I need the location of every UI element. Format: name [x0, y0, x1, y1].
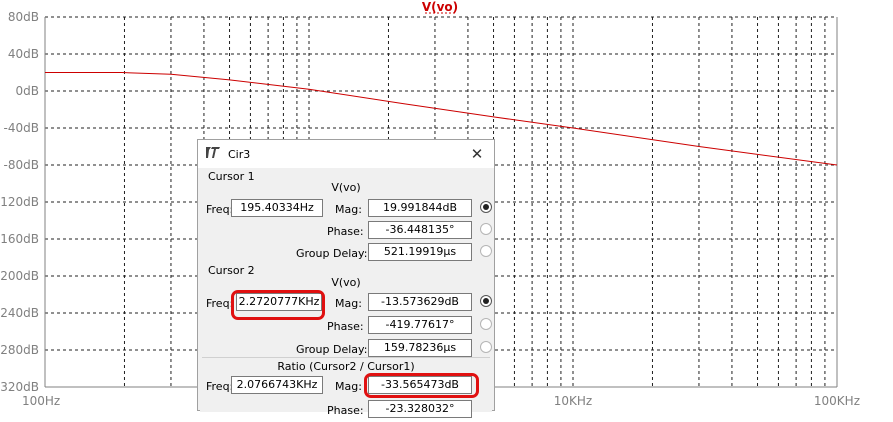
y-tick-label: -240dB	[0, 306, 39, 320]
x-tick-label: 100Hz	[22, 394, 60, 408]
cursor1-mag-field[interactable]: 19.991844dB	[368, 199, 472, 217]
dialog-titlebar[interactable]: Cir3 ✕	[198, 140, 494, 168]
cursor1-gd-field[interactable]: 521.19919µs	[368, 243, 472, 261]
cursor2-mag-field[interactable]: -13.573629dB	[368, 293, 472, 311]
x-tick-label: 100KHz	[814, 394, 860, 408]
y-tick-label: -320dB	[0, 380, 39, 394]
cursor2-gd-field[interactable]: 159.78236µs	[368, 339, 472, 357]
cursor2-phase-field[interactable]: -419.77617°	[368, 316, 472, 334]
cursor2-freq-label: Freq:	[206, 297, 234, 310]
y-tick-label: -120dB	[0, 195, 39, 209]
y-tick-label: 80dB	[8, 10, 39, 24]
cursor1-row-phase: Phase: -36.448135°	[200, 221, 492, 243]
cursor2-mag-radio[interactable]	[480, 295, 492, 307]
cursor1-freq-label: Freq:	[206, 203, 234, 216]
dialog-title: Cir3	[228, 148, 251, 161]
ltspice-logo-icon	[206, 147, 220, 158]
cursor2-phase-radio[interactable]	[480, 318, 492, 330]
y-tick-label: -160dB	[0, 232, 39, 246]
highlight-cursor2-freq	[231, 290, 325, 320]
cursor1-phase-field[interactable]: -36.448135°	[368, 221, 472, 239]
cursor2-phase-label: Phase:	[327, 320, 364, 333]
cursor2-signal: V(vo)	[331, 276, 361, 289]
y-tick-label: -40dB	[4, 121, 39, 135]
cursor1-gd-label: Group Delay:	[296, 247, 368, 260]
y-tick-label: -200dB	[0, 269, 39, 283]
cursor1-phase-radio[interactable]	[480, 223, 492, 235]
ratio-freq-label: Freq:	[206, 380, 234, 393]
ratio-mag-label: Mag:	[335, 380, 362, 393]
plot-title[interactable]: V(vo)	[422, 0, 458, 14]
ratio-phase-field[interactable]: -23.328032°	[368, 400, 472, 418]
ratio-header: Ratio (Cursor2 / Cursor1)	[277, 360, 415, 373]
cursor1-row-group-delay: Group Delay: 521.19919µs	[200, 243, 492, 265]
cursor1-phase-label: Phase:	[327, 225, 364, 238]
close-icon[interactable]: ✕	[460, 140, 494, 168]
cursor1-signal: V(vo)	[331, 181, 361, 194]
ratio-freq-field[interactable]: 2.0766743KHz	[231, 376, 323, 394]
y-tick-label: -280dB	[0, 343, 39, 357]
cursor2-gd-label: Group Delay:	[296, 343, 368, 356]
cursor1-row-freq-mag: Freq: 195.40334Hz Mag: 19.991844dB	[200, 199, 492, 221]
y-axis-ticks: 80dB 40dB 0dB -40dB -80dB -120dB -160dB -200dB -…	[0, 10, 39, 394]
cursor1-panel: Cursor 1 V(vo) Freq: 195.40334Hz Mag: 19…	[200, 170, 492, 261]
ratio-row-phase: Phase: -23.328032°	[200, 400, 492, 422]
cursor1-freq-field[interactable]: 195.40334Hz	[231, 199, 323, 217]
cursor1-gd-radio[interactable]	[480, 245, 492, 257]
cursor1-mag-radio[interactable]	[480, 201, 492, 213]
y-tick-label: -80dB	[4, 158, 39, 172]
cursor2-gd-radio[interactable]	[480, 341, 492, 353]
cursor-dialog[interactable]: Cir3 ✕ Cursor 1 V(vo) Freq: 195.40334Hz …	[197, 139, 495, 418]
cursor2-mag-label: Mag:	[335, 297, 362, 310]
y-tick-label: 0dB	[16, 84, 39, 98]
y-tick-label: 40dB	[8, 47, 39, 61]
cursor1-mag-label: Mag:	[335, 203, 362, 216]
x-tick-label: 10KHz	[554, 394, 592, 408]
highlight-ratio-mag	[364, 373, 479, 398]
